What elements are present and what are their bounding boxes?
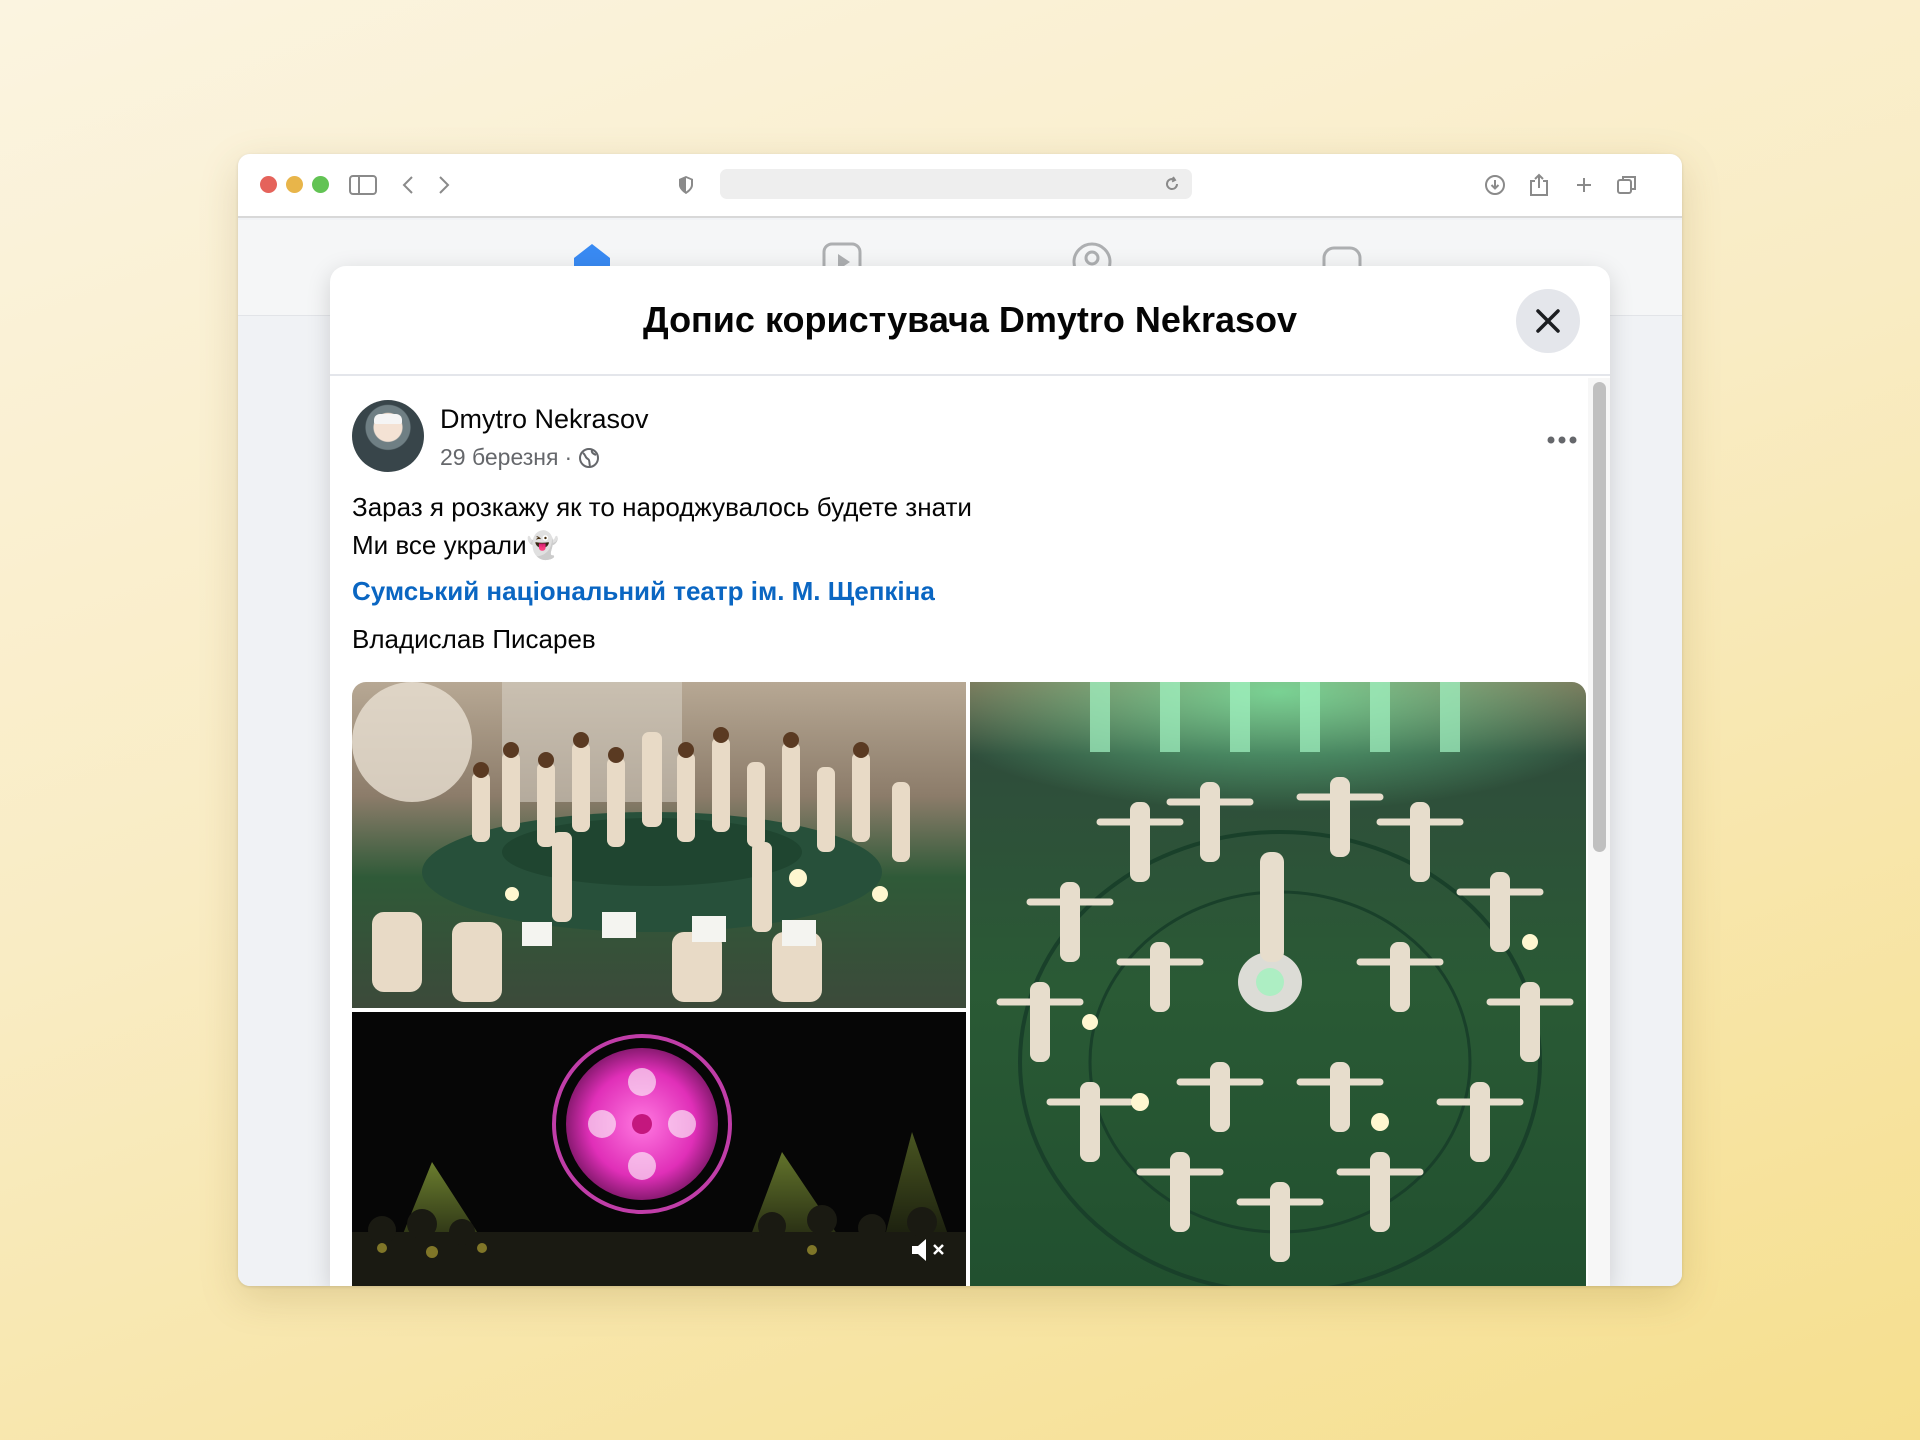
back-icon[interactable] [398, 170, 418, 200]
more-options-icon [1547, 436, 1577, 444]
scrollbar-thumb[interactable] [1593, 382, 1606, 852]
dialog-header: Допис користувача Dmytro Nekrasov [330, 266, 1610, 376]
post-text-line-2-text: Ми все украли [352, 530, 527, 560]
dialog-title: Допис користувача Dmytro Nekrasov [642, 299, 1298, 340]
globe-icon [579, 447, 600, 468]
post-meta: 29 березня · [440, 444, 600, 471]
new-tab-icon[interactable] [1571, 170, 1597, 200]
close-icon [1536, 309, 1560, 333]
video-stage-performance[interactable] [352, 1012, 966, 1286]
tab-overview-icon[interactable] [1614, 170, 1640, 200]
share-icon[interactable] [1526, 170, 1552, 200]
reload-icon[interactable] [1162, 173, 1182, 195]
close-window-button[interactable] [260, 176, 277, 193]
post-author[interactable]: Dmytro Nekrasov [440, 404, 649, 435]
meta-separator: · [564, 444, 573, 470]
downloads-icon[interactable] [1482, 170, 1508, 200]
browser-toolbar [238, 154, 1682, 218]
post-header: Dmytro Nekrasov 29 березня · [352, 400, 1577, 480]
maximize-window-button[interactable] [312, 176, 329, 193]
tagged-page-link[interactable]: Сумський національний театр ім. М. Щепкі… [352, 576, 935, 607]
photo-choir-overhead[interactable] [970, 682, 1586, 1286]
photo-choir-rehearsal[interactable] [352, 682, 966, 1008]
close-dialog-button[interactable] [1516, 289, 1580, 353]
sidebar-toggle-icon[interactable] [348, 170, 378, 200]
tagged-person[interactable]: Владислав Писарев [352, 624, 596, 655]
browser-window: Допис користувача Dmytro Nekrasov Dmytro… [238, 154, 1682, 1286]
post-date[interactable]: 29 березня [440, 444, 558, 471]
avatar[interactable] [352, 400, 424, 472]
mute-icon [912, 1239, 944, 1261]
post-text-line-2: Ми все украли👻 [352, 526, 972, 564]
post-text: Зараз я розкажу як то народжувалось буде… [352, 488, 972, 564]
post-media-grid [352, 682, 1586, 1286]
post-dialog: Допис користувача Dmytro Nekrasov Dmytro… [330, 266, 1610, 1286]
privacy-shield-icon[interactable] [676, 170, 696, 200]
mute-video-button[interactable] [910, 1235, 948, 1270]
address-bar[interactable] [720, 169, 1192, 199]
ghost-emoji: 👻 [526, 530, 559, 560]
more-options-button[interactable] [1546, 424, 1578, 445]
forward-icon[interactable] [434, 170, 454, 200]
post-text-line-1: Зараз я розкажу як то народжувалось буде… [352, 492, 972, 522]
minimize-window-button[interactable] [286, 176, 303, 193]
